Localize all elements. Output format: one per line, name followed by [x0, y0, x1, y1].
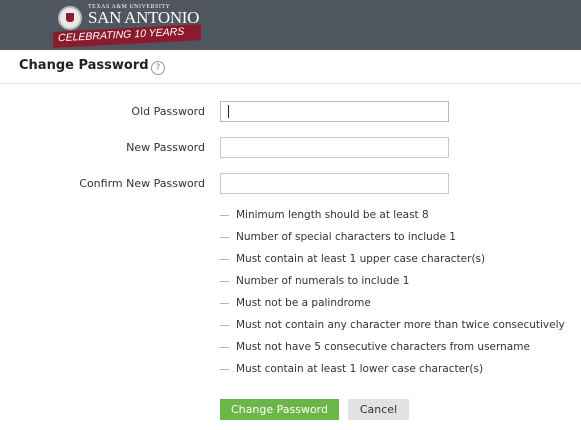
- old-password-label: Old Password: [131, 105, 205, 118]
- confirm-password-label: Confirm New Password: [79, 177, 205, 190]
- change-password-button[interactable]: Change Password: [220, 399, 339, 420]
- rule-dash-icon: [220, 215, 229, 216]
- cancel-button[interactable]: Cancel: [348, 399, 409, 420]
- page-title: Change Password: [19, 58, 149, 73]
- new-password-label: New Password: [126, 141, 205, 154]
- rule-text: Must contain at least 1 upper case chara…: [236, 253, 486, 265]
- university-seal-icon: [58, 6, 82, 30]
- university-logo[interactable]: TEXAS A&M UNIVERSITY SAN ANTONIO CELEBRA…: [50, 1, 210, 49]
- rule-text: Number of numerals to include 1: [236, 275, 410, 287]
- rule-dash-icon: [220, 259, 229, 260]
- rule-dash-icon: [220, 303, 229, 304]
- help-icon[interactable]: ?: [151, 61, 165, 75]
- rule-dash-icon: [220, 237, 229, 238]
- rule-dash-icon: [220, 347, 229, 348]
- rule-text: Must not contain any character more than…: [236, 319, 565, 331]
- rule-dash-icon: [220, 281, 229, 282]
- page-header: Change Password ?: [0, 50, 581, 84]
- rule-text: Must contain at least 1 lower case chara…: [236, 363, 484, 375]
- rule-text: Must not be a palindrome: [236, 297, 371, 309]
- new-password-input[interactable]: [220, 137, 449, 158]
- text-caret: [228, 105, 229, 118]
- rule-text: Number of special characters to include …: [236, 231, 456, 243]
- top-banner: TEXAS A&M UNIVERSITY SAN ANTONIO CELEBRA…: [0, 0, 581, 50]
- old-password-input[interactable]: [220, 101, 449, 122]
- rule-dash-icon: [220, 325, 229, 326]
- rule-text: Must not have 5 consecutive characters f…: [236, 341, 530, 353]
- rule-dash-icon: [220, 369, 229, 370]
- confirm-password-input[interactable]: [220, 173, 449, 194]
- rule-text: Minimum length should be at least 8: [236, 209, 429, 221]
